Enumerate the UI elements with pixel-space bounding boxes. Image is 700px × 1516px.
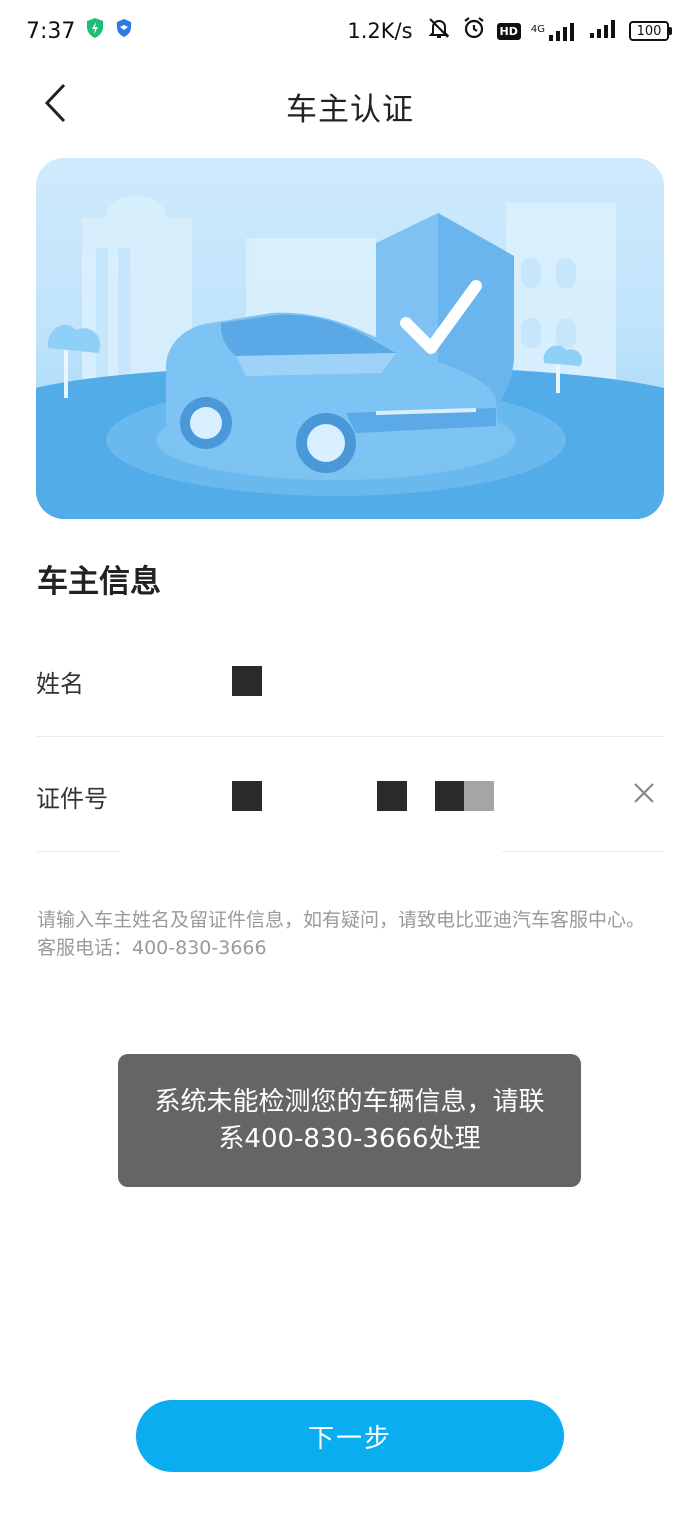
hint-text: 请输入车主姓名及留证件信息，如有疑问，请致电比亚迪汽车客服中心。 客服电话：40…: [37, 906, 663, 962]
hint-line-2: 客服电话：400-830-3666: [37, 937, 267, 959]
clear-button[interactable]: [630, 779, 658, 807]
error-toast: 系统未能检测您的车辆信息，请联系400-830-3666处理: [118, 1054, 581, 1187]
banner-illustration: [36, 158, 664, 519]
redaction-block: [464, 781, 494, 811]
redaction-block: [377, 781, 407, 811]
redaction-block: [435, 781, 465, 811]
section-title-owner-info: 车主信息: [37, 564, 161, 600]
page-title: 车主认证: [286, 92, 414, 128]
network-type: 4G: [530, 24, 545, 35]
status-right: 1.2K/s HD 4G 100: [347, 15, 672, 47]
id-row: 证件号: [36, 737, 664, 852]
signal-4g-icon: 4G: [531, 21, 579, 41]
status-bar: 7:37 1.2K/s HD 4G 100: [0, 0, 700, 62]
signal-icon: [589, 18, 619, 44]
shield-icon: [85, 17, 105, 45]
network-speed: 1.2K/s: [347, 19, 413, 43]
hint-line-1: 请输入车主姓名及留证件信息，如有疑问，请致电比亚迪汽车客服中心。: [37, 909, 646, 931]
hd-badge: HD: [496, 22, 521, 40]
battery-level: 100: [629, 21, 669, 41]
status-time: 7:37: [26, 18, 76, 44]
bell-muted-icon: [427, 16, 451, 46]
next-button[interactable]: 下一步: [136, 1400, 564, 1472]
battery-icon: 100: [629, 21, 672, 41]
redaction-block: [232, 781, 262, 811]
name-input-redacted[interactable]: [232, 666, 262, 696]
close-icon: [634, 783, 654, 803]
name-row: 姓名: [36, 622, 664, 737]
nav-header: 车主认证: [0, 62, 700, 144]
status-left: 7:37: [26, 17, 133, 45]
alarm-clock-icon: [461, 15, 487, 47]
security-app-icon: [115, 18, 133, 44]
id-label: 证件号: [36, 785, 108, 813]
name-label: 姓名: [36, 670, 84, 698]
